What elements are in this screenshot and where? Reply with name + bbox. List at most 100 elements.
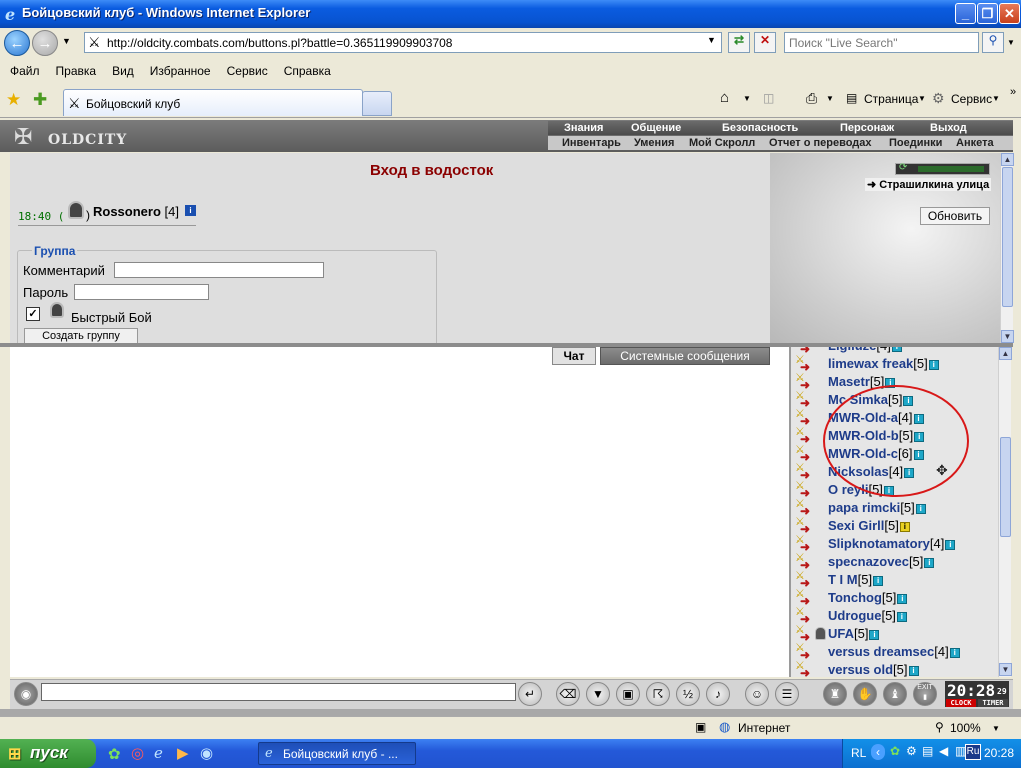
tray-expand-icon[interactable]: ‹: [871, 744, 885, 760]
user-row[interactable]: ⚔ ➜ versus dreamsec[4] i: [791, 642, 998, 662]
menu-profile[interactable]: Анкета: [956, 137, 994, 149]
exit-button[interactable]: EXIT ▮: [913, 682, 937, 706]
tray-flower-icon[interactable]: ✿: [890, 744, 900, 758]
user-name[interactable]: specnazovec[5] i: [828, 554, 935, 569]
zoom-level[interactable]: 100%: [950, 721, 981, 735]
private-message-arrow-icon[interactable]: ⚔➜: [795, 552, 813, 572]
user-row[interactable]: ⚔ ➜ specnazovec[5] i: [791, 552, 998, 572]
user-name[interactable]: Tonchog[5] i: [828, 590, 908, 605]
quicklaunch-browser-icon[interactable]: ◉: [200, 744, 213, 762]
home-icon[interactable]: ⌂: [720, 89, 729, 106]
scroll-thumb[interactable]: [1002, 167, 1013, 307]
user-info-icon[interactable]: i: [869, 630, 880, 640]
history-dropdown-icon[interactable]: ▼: [62, 36, 71, 46]
chat-input[interactable]: [41, 683, 516, 701]
clock-tab[interactable]: CLOCK: [946, 699, 976, 707]
user-scroll-down-icon[interactable]: ▼: [999, 663, 1012, 676]
menu-character[interactable]: Персонаж: [840, 122, 894, 134]
chat-log[interactable]: [10, 347, 789, 677]
password-input[interactable]: [74, 284, 209, 300]
user-info-icon[interactable]: i: [897, 594, 908, 604]
user-info-icon[interactable]: i: [896, 612, 907, 622]
scroll-down-icon[interactable]: ▼: [1001, 330, 1014, 343]
user-info-icon[interactable]: i: [949, 648, 960, 658]
user-row[interactable]: ⚔ ➜ Slipknotamatory[4] i: [791, 534, 998, 554]
smile-icon[interactable]: ☺: [745, 682, 769, 706]
user-row[interactable]: ⚔ ➜ T I M[5] i: [791, 570, 998, 590]
print-icon[interactable]: ⎙: [806, 90, 817, 107]
private-message-arrow-icon[interactable]: ⚔➜: [795, 426, 813, 446]
private-message-arrow-icon[interactable]: ⚔➜: [795, 642, 813, 662]
user-row[interactable]: ⚔ ➜ papa rimcki[5] i: [791, 498, 998, 518]
url-field[interactable]: ⚔ http://oldcity.combats.com/buttons.pl?…: [84, 32, 722, 53]
private-message-arrow-icon[interactable]: ⚔➜: [795, 408, 813, 428]
menu-exit[interactable]: Выход: [930, 122, 967, 134]
user-row[interactable]: ⚔ ➜ Udrogue[5] i: [791, 606, 998, 626]
menu-my-scroll[interactable]: Мой Скролл: [689, 137, 755, 149]
user-name[interactable]: Udrogue[5] i: [828, 608, 907, 623]
runner-icon[interactable]: ☈: [646, 682, 670, 706]
user-name[interactable]: Ligiluze[4]i: [828, 347, 902, 353]
more-chevron-icon[interactable]: »: [1010, 86, 1016, 98]
minimize-button[interactable]: _: [955, 3, 976, 24]
eraser-icon[interactable]: ⌫: [556, 682, 580, 706]
scroll-up-icon[interactable]: ▲: [1001, 153, 1014, 166]
user-row[interactable]: ⚔➜Ligiluze[4]i: [791, 347, 998, 356]
top-frame-scrollbar[interactable]: ▲ ▼: [1000, 153, 1014, 343]
refresh-page-icon[interactable]: ⇄: [728, 32, 750, 53]
menu-inventory[interactable]: Инвентарь: [562, 137, 621, 149]
menu-skills[interactable]: Умения: [634, 137, 674, 149]
search-input[interactable]: Поиск "Live Search": [784, 32, 979, 53]
fraction-icon[interactable]: ½: [676, 682, 700, 706]
user-info-icon[interactable]: i: [873, 576, 884, 586]
private-message-arrow-icon[interactable]: ⚔➜: [795, 624, 813, 644]
save-icon[interactable]: ▣: [616, 682, 640, 706]
quicklaunch-opera-icon[interactable]: ◎: [131, 744, 144, 762]
tray-lang-ru[interactable]: Ru: [965, 744, 981, 760]
comment-input[interactable]: [114, 262, 324, 278]
tab-chat[interactable]: Чат: [552, 347, 596, 365]
player-info-icon[interactable]: i: [185, 205, 196, 216]
taskbar-window-item[interactable]: e Бойцовский клуб - ...: [258, 742, 416, 765]
user-scroll-up-icon[interactable]: ▲: [999, 347, 1012, 360]
menu-favorites[interactable]: Избранное: [144, 62, 217, 80]
print-dropdown-icon[interactable]: ▼: [826, 94, 834, 103]
page-dropdown-icon[interactable]: ▼: [918, 94, 926, 103]
user-info-icon[interactable]: i: [945, 540, 956, 550]
user-name[interactable]: versus dreamsec[4] i: [828, 644, 960, 659]
money-bag-icon[interactable]: ♜: [823, 682, 847, 706]
private-message-arrow-icon[interactable]: ⚔➜: [795, 498, 813, 518]
menu-duels[interactable]: Поединки: [889, 137, 942, 149]
menu-help[interactable]: Справка: [278, 62, 337, 80]
url-dropdown-icon[interactable]: ▼: [707, 35, 716, 45]
tab-active[interactable]: ⚔ Бойцовский клуб: [63, 89, 363, 116]
player-name[interactable]: Rossonero [4]: [93, 204, 179, 219]
private-message-arrow-icon[interactable]: ⚔➜: [795, 588, 813, 608]
user-name[interactable]: versus old[5] i: [828, 662, 919, 677]
timer-tab[interactable]: TIMER: [978, 699, 1008, 707]
favorites-star-icon[interactable]: ★: [6, 90, 21, 110]
user-info-icon[interactable]: i: [908, 666, 919, 676]
tray-monitor-icon[interactable]: ▤: [922, 744, 933, 758]
start-button[interactable]: ⊞ пуск: [0, 739, 96, 768]
user-name[interactable]: papa rimcki[5] i: [828, 500, 926, 515]
security-zone[interactable]: Интернет: [738, 721, 790, 735]
quick-fight-checkbox[interactable]: ✓: [26, 307, 40, 321]
user-info-icon[interactable]: i: [924, 558, 935, 568]
private-message-arrow-icon[interactable]: ⚔➜: [795, 444, 813, 464]
feeds-icon[interactable]: ◫: [763, 91, 774, 105]
new-tab-button[interactable]: [362, 91, 392, 116]
user-name[interactable]: UFA[5] i: [828, 626, 880, 641]
menu-transfer-report[interactable]: Отчет о переводах: [769, 137, 872, 149]
back-button[interactable]: ←: [4, 30, 30, 56]
private-message-arrow-icon[interactable]: ⚔➜: [795, 480, 813, 500]
user-info-icon[interactable]: i: [899, 522, 910, 532]
user-info-icon[interactable]: i: [915, 504, 926, 514]
add-favorite-icon[interactable]: ✚: [33, 90, 47, 110]
menu-edit[interactable]: Правка: [50, 62, 103, 80]
window-titlebar[interactable]: e Бойцовский клуб - Windows Internet Exp…: [0, 0, 1021, 28]
home-dropdown-icon[interactable]: ▼: [743, 94, 751, 103]
user-list-scrollbar[interactable]: ▲ ▼: [998, 347, 1012, 677]
private-message-arrow-icon[interactable]: ⚔➜: [795, 462, 813, 482]
private-message-arrow-icon[interactable]: ⚔➜: [795, 570, 813, 590]
